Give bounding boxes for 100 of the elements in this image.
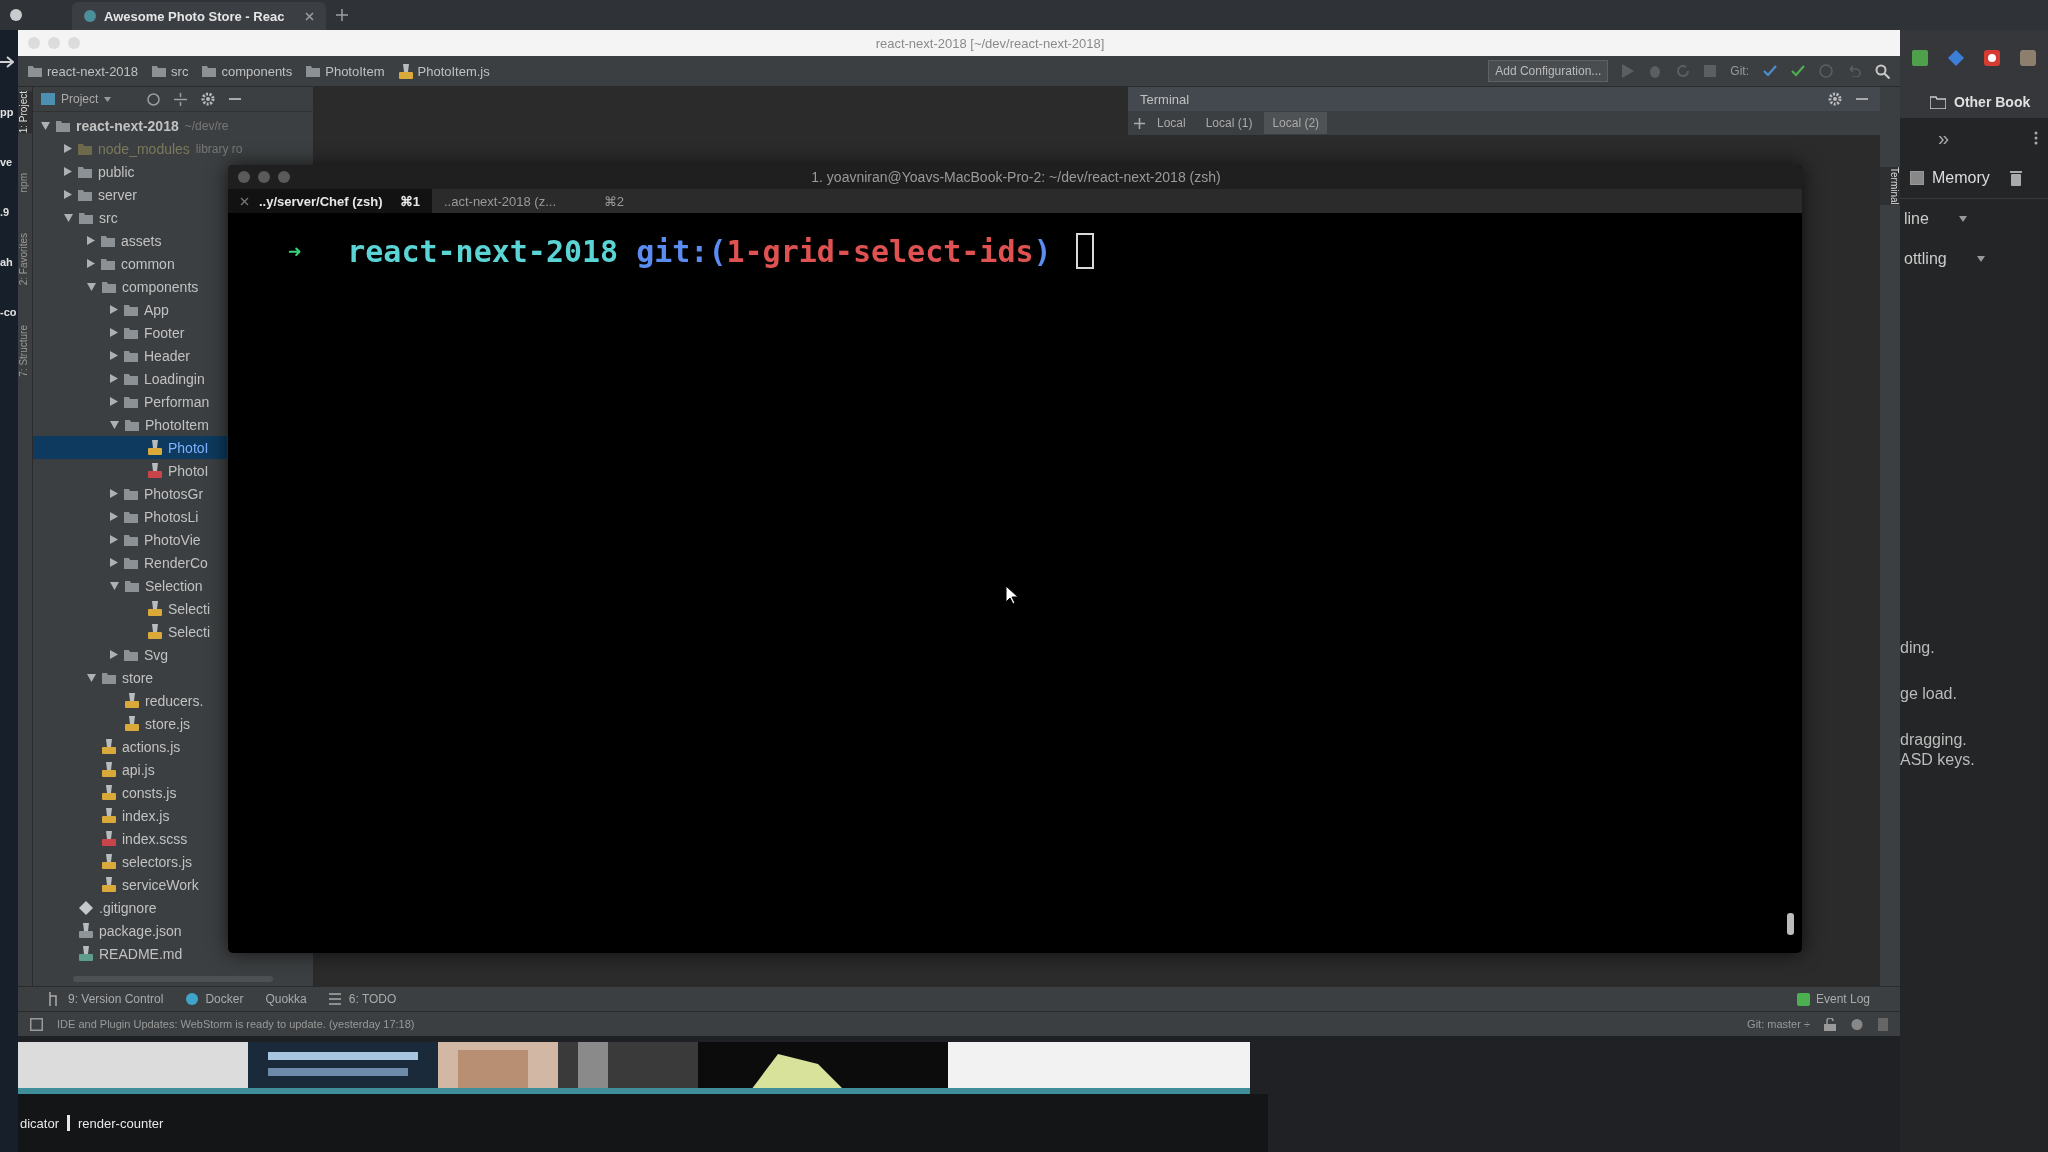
search-icon[interactable] — [1875, 63, 1890, 79]
close-icon[interactable] — [240, 196, 249, 206]
tree-item[interactable]: components — [33, 275, 199, 298]
target-icon[interactable] — [147, 92, 160, 106]
bookmark-folder[interactable]: Other Book — [1900, 86, 2048, 118]
tool-window-button[interactable]: 6: TODO — [328, 992, 397, 1006]
tool-window-tab[interactable]: npm — [18, 173, 32, 193]
clock-icon[interactable] — [1819, 64, 1833, 78]
file-icon — [79, 946, 93, 961]
tree-item[interactable]: serviceWork — [33, 873, 199, 896]
tree-item[interactable]: PhotoVie — [33, 528, 201, 551]
settings-icon[interactable] — [1828, 92, 1842, 106]
checkmark-icon[interactable] — [1791, 65, 1805, 77]
tree-item[interactable]: Header — [33, 344, 190, 367]
session-tab[interactable]: Local (2) — [1264, 112, 1328, 134]
tree-item[interactable]: assets — [33, 229, 162, 252]
tree-item[interactable]: Selecti — [33, 620, 211, 643]
tree-item[interactable]: common — [33, 252, 175, 275]
tree-item[interactable]: RenderCo — [33, 551, 208, 574]
session-tab[interactable]: Local — [1149, 112, 1194, 134]
tree-item[interactable]: reducers. — [33, 689, 204, 712]
folder-icon — [306, 65, 321, 77]
folder-icon — [124, 372, 138, 385]
event-log-button[interactable]: Event Log — [1796, 992, 1870, 1006]
tool-window-tab[interactable]: 2: Favorites — [18, 232, 32, 285]
panel-toggle-icon[interactable] — [30, 1017, 43, 1031]
run-config-button[interactable]: Add Configuration... — [1488, 60, 1609, 82]
window-button-icon[interactable] — [238, 171, 250, 183]
tree-item[interactable]: App — [33, 298, 169, 321]
tree-item[interactable]: Footer — [33, 321, 185, 344]
tool-window-tab[interactable]: 1: Project — [18, 91, 32, 134]
tree-item[interactable]: store — [33, 666, 154, 689]
breadcrumb[interactable]: src — [152, 63, 189, 79]
tree-item[interactable]: consts.js — [33, 781, 177, 804]
tree-item[interactable]: react-next-2018 ~/dev/re — [33, 114, 229, 137]
checkmark-icon[interactable] — [1763, 65, 1777, 77]
tree-item[interactable]: package.json — [33, 919, 182, 942]
tree-item[interactable]: PhotosLi — [33, 505, 199, 528]
breadcrumb[interactable]: PhotoItem.js — [398, 63, 490, 79]
project-icon — [41, 93, 55, 105]
tool-window-button[interactable]: Docker — [185, 992, 244, 1006]
window-button-icon[interactable] — [258, 171, 270, 183]
browser-tab[interactable]: Awesome Photo Store - Reac — [72, 2, 326, 30]
mouse-pointer-icon — [1005, 585, 1019, 605]
tool-window-tab[interactable]: Terminal — [1880, 167, 1900, 205]
add-icon[interactable] — [1134, 117, 1145, 129]
collapse-icon[interactable] — [174, 92, 187, 106]
tree-item[interactable]: Loadingin — [33, 367, 205, 390]
tool-window-button[interactable]: 9: Version Control — [48, 992, 164, 1006]
overflow-button[interactable]: » — [1938, 126, 1950, 150]
window-button-icon — [10, 9, 22, 21]
tree-item[interactable]: selectors.js — [33, 850, 193, 873]
tree-item[interactable]: api.js — [33, 758, 155, 781]
tree-item[interactable]: index.js — [33, 804, 170, 827]
settings-icon[interactable] — [201, 92, 215, 106]
breadcrumb[interactable]: PhotoItem — [306, 63, 385, 79]
reload-icon[interactable] — [1676, 64, 1691, 78]
new-tab-icon[interactable] — [336, 9, 348, 21]
folder-icon — [124, 648, 138, 661]
breadcrumb[interactable]: components — [202, 63, 293, 79]
tree-item[interactable]: PhotoI — [33, 459, 209, 482]
dropdown[interactable]: ottling — [1900, 239, 2048, 279]
play-icon[interactable] — [1622, 64, 1635, 78]
undo-icon[interactable] — [1847, 65, 1861, 77]
tree-item[interactable]: README.md — [33, 942, 183, 965]
tree-item[interactable]: public — [33, 160, 135, 183]
tree-item[interactable]: .gitignore — [33, 896, 157, 919]
collapse-arrow-icon — [41, 121, 50, 130]
extension-icon[interactable] — [1984, 50, 2000, 66]
tree-item[interactable]: index.scss — [33, 827, 188, 850]
breadcrumb[interactable]: react-next-2018 — [28, 63, 139, 79]
tool-window-tab[interactable]: 7: Structure — [18, 324, 32, 377]
tool-window-button[interactable]: Quokka — [265, 992, 307, 1006]
session-tab[interactable]: Local (1) — [1197, 112, 1261, 134]
tree-item[interactable]: Selecti — [33, 597, 211, 620]
extension-icon[interactable] — [1948, 50, 1964, 66]
tree-item[interactable]: Performan — [33, 390, 210, 413]
stop-icon[interactable] — [1704, 65, 1717, 77]
tree-item[interactable]: store.js — [33, 712, 191, 735]
scrollbar-thumb[interactable] — [1787, 913, 1794, 935]
tree-item[interactable]: PhotosGr — [33, 482, 204, 505]
window-button-icon[interactable] — [278, 171, 290, 183]
tree-item[interactable]: PhotoItem — [33, 413, 209, 436]
trash-icon[interactable] — [2010, 170, 2022, 186]
close-icon[interactable] — [305, 11, 314, 21]
shell-tab[interactable]: ..act-next-2018 (z... ⌘2 — [432, 189, 636, 213]
panel-dropdown[interactable]: Project — [41, 92, 133, 106]
dropdown[interactable]: line — [1900, 199, 2048, 239]
tree-item[interactable]: server — [33, 183, 137, 206]
checkbox[interactable] — [1910, 171, 1924, 185]
shell-tab[interactable]: ..y/server/Chef (zsh) ⌘1 — [228, 189, 432, 213]
more-icon[interactable] — [2034, 131, 2038, 145]
git-branch-widget[interactable]: Git: master ÷ — [1747, 1018, 1810, 1030]
tree-item[interactable]: Svg — [33, 643, 169, 666]
folder-icon — [202, 65, 217, 77]
lock-icon[interactable] — [1824, 1017, 1836, 1031]
tree-item[interactable]: src — [33, 206, 118, 229]
tree-item[interactable]: actions.js — [33, 735, 181, 758]
tree-item[interactable]: PhotoI — [33, 436, 227, 459]
tree-item[interactable]: Selection — [33, 574, 203, 597]
